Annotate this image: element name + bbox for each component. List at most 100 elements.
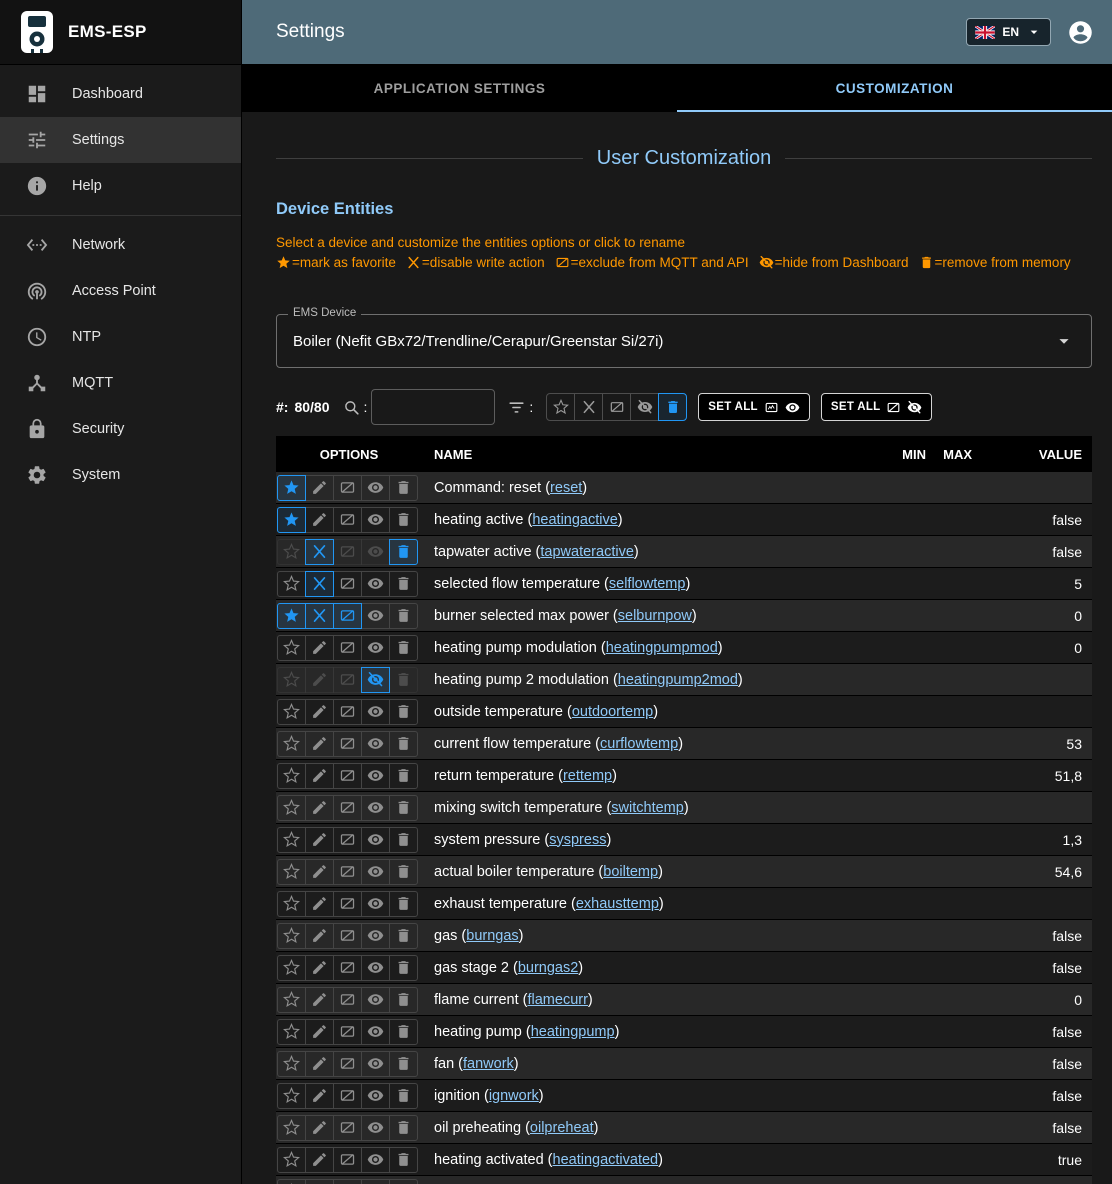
favorite-toggle[interactable] xyxy=(277,795,306,821)
entity-shortname-link[interactable]: rettemp xyxy=(563,768,612,784)
exclude-mqtt-toggle[interactable] xyxy=(333,699,362,725)
favorite-toggle[interactable] xyxy=(277,507,306,533)
entity-shortname-link[interactable]: selburnpow xyxy=(618,608,692,624)
disable-write-toggle[interactable] xyxy=(305,571,334,597)
entity-name[interactable]: Command: reset (reset) xyxy=(422,480,880,496)
tab-customization[interactable]: CUSTOMIZATION xyxy=(677,64,1112,112)
entity-name[interactable]: outside temperature (outdoortemp) xyxy=(422,704,880,720)
entity-shortname-link[interactable]: heatingpumpmod xyxy=(606,640,718,656)
hide-toggle[interactable] xyxy=(361,987,390,1013)
delete-toggle[interactable] xyxy=(389,923,418,949)
disable-write-toggle[interactable] xyxy=(305,1019,334,1045)
hide-toggle[interactable] xyxy=(361,923,390,949)
disable-write-toggle[interactable] xyxy=(305,891,334,917)
entity-name[interactable]: fan (fanwork) xyxy=(422,1056,880,1072)
hide-toggle[interactable] xyxy=(361,635,390,661)
delete-toggle[interactable] xyxy=(389,1083,418,1109)
favorite-toggle[interactable] xyxy=(277,571,306,597)
hide-toggle[interactable] xyxy=(361,667,390,693)
entity-name[interactable]: heating activated (heatingactivated) xyxy=(422,1152,880,1168)
hide-toggle[interactable] xyxy=(361,1115,390,1141)
exclude-mqtt-toggle[interactable] xyxy=(333,1179,362,1184)
favorite-toggle[interactable] xyxy=(277,955,306,981)
favorite-toggle[interactable] xyxy=(277,475,306,501)
favorite-toggle[interactable] xyxy=(277,763,306,789)
entity-name[interactable]: burner selected max power (selburnpow) xyxy=(422,608,880,624)
entity-shortname-link[interactable]: heatingpump2mod xyxy=(618,672,738,688)
entity-name[interactable]: selected flow temperature (selflowtemp) xyxy=(422,576,880,592)
exclude-mqtt-filter-toggle[interactable] xyxy=(602,393,631,421)
sidebar-item-dashboard[interactable]: Dashboard xyxy=(0,71,241,117)
entity-shortname-link[interactable]: ignwork xyxy=(489,1088,539,1104)
favorite-filter-toggle[interactable] xyxy=(546,393,575,421)
delete-toggle[interactable] xyxy=(389,1019,418,1045)
delete-toggle[interactable] xyxy=(389,795,418,821)
favorite-toggle[interactable] xyxy=(277,859,306,885)
hide-toggle[interactable] xyxy=(361,507,390,533)
delete-toggle[interactable] xyxy=(389,539,418,565)
entity-shortname-link[interactable]: reset xyxy=(550,480,582,496)
exclude-mqtt-toggle[interactable] xyxy=(333,731,362,757)
entity-shortname-link[interactable]: boiltemp xyxy=(603,864,658,880)
set-all-button-2[interactable]: SET ALL xyxy=(821,393,933,421)
favorite-toggle[interactable] xyxy=(277,731,306,757)
hide-filter-toggle[interactable] xyxy=(630,393,659,421)
disable-write-toggle[interactable] xyxy=(305,1051,334,1077)
entity-name[interactable]: current flow temperature (curflowtemp) xyxy=(422,736,880,752)
delete-toggle[interactable] xyxy=(389,507,418,533)
entity-shortname-link[interactable]: oilpreheat xyxy=(530,1120,594,1136)
hide-toggle[interactable] xyxy=(361,699,390,725)
disable-write-toggle[interactable] xyxy=(305,859,334,885)
sidebar-item-help[interactable]: Help xyxy=(0,163,241,209)
delete-toggle[interactable] xyxy=(389,1147,418,1173)
disable-write-toggle[interactable] xyxy=(305,955,334,981)
exclude-mqtt-toggle[interactable] xyxy=(333,635,362,661)
disable-write-toggle[interactable] xyxy=(305,795,334,821)
delete-toggle[interactable] xyxy=(389,1051,418,1077)
delete-toggle[interactable] xyxy=(389,859,418,885)
entity-shortname-link[interactable]: selflowtemp xyxy=(609,576,686,592)
sidebar-item-access-point[interactable]: Access Point xyxy=(0,268,241,314)
delete-toggle[interactable] xyxy=(389,699,418,725)
favorite-toggle[interactable] xyxy=(277,1179,306,1184)
exclude-mqtt-toggle[interactable] xyxy=(333,571,362,597)
disable-write-toggle[interactable] xyxy=(305,1147,334,1173)
exclude-mqtt-toggle[interactable] xyxy=(333,891,362,917)
disable-write-toggle[interactable] xyxy=(305,667,334,693)
entity-name[interactable]: flame current (flamecurr) xyxy=(422,992,880,1008)
disable-write-toggle[interactable] xyxy=(305,603,334,629)
favorite-toggle[interactable] xyxy=(277,1051,306,1077)
ems-device-select[interactable]: EMS Device Boiler (Nefit GBx72/Trendline… xyxy=(276,314,1092,368)
sidebar-item-system[interactable]: System xyxy=(0,452,241,498)
entity-shortname-link[interactable]: curflowtemp xyxy=(600,736,678,752)
entity-name[interactable]: heating pump 2 modulation (heatingpump2m… xyxy=(422,672,880,688)
disable-write-toggle[interactable] xyxy=(305,635,334,661)
hide-toggle[interactable] xyxy=(361,1051,390,1077)
sidebar-item-security[interactable]: Security xyxy=(0,406,241,452)
exclude-mqtt-toggle[interactable] xyxy=(333,859,362,885)
sidebar-item-settings[interactable]: Settings xyxy=(0,117,241,163)
exclude-mqtt-toggle[interactable] xyxy=(333,763,362,789)
favorite-toggle[interactable] xyxy=(277,1115,306,1141)
delete-toggle[interactable] xyxy=(389,987,418,1013)
entity-shortname-link[interactable]: flamecurr xyxy=(527,992,587,1008)
exclude-mqtt-toggle[interactable] xyxy=(333,603,362,629)
disable-write-toggle[interactable] xyxy=(305,539,334,565)
exclude-mqtt-toggle[interactable] xyxy=(333,475,362,501)
hide-toggle[interactable] xyxy=(361,539,390,565)
account-icon[interactable] xyxy=(1067,19,1094,46)
disable-write-toggle[interactable] xyxy=(305,699,334,725)
entity-shortname-link[interactable]: exhausttemp xyxy=(576,896,659,912)
entity-shortname-link[interactable]: burngas2 xyxy=(518,960,578,976)
entity-name[interactable]: exhaust temperature (exhausttemp) xyxy=(422,896,880,912)
disable-write-filter-toggle[interactable] xyxy=(574,393,603,421)
exclude-mqtt-toggle[interactable] xyxy=(333,1115,362,1141)
hide-toggle[interactable] xyxy=(361,891,390,917)
favorite-toggle[interactable] xyxy=(277,827,306,853)
entity-name[interactable]: ignition (ignwork) xyxy=(422,1088,880,1104)
delete-toggle[interactable] xyxy=(389,635,418,661)
exclude-mqtt-toggle[interactable] xyxy=(333,923,362,949)
tab-application-settings[interactable]: APPLICATION SETTINGS xyxy=(242,64,677,112)
delete-toggle[interactable] xyxy=(389,571,418,597)
entity-name[interactable]: tapwater active (tapwateractive) xyxy=(422,544,880,560)
